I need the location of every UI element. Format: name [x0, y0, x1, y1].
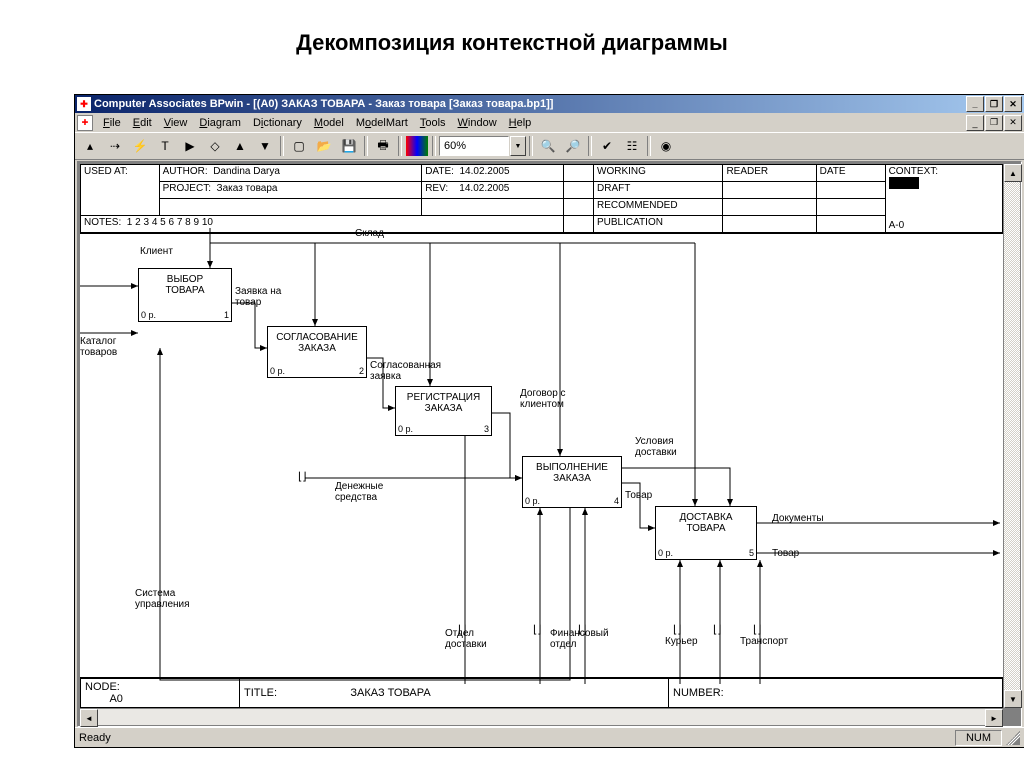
- tunnel-icon: ⌊⌋: [753, 623, 762, 637]
- menu-modelmart[interactable]: ModelMart: [350, 115, 414, 131]
- menu-model[interactable]: Model: [308, 115, 350, 131]
- label-dengi: Денежные средства: [335, 481, 395, 503]
- context-thumb: [889, 177, 919, 189]
- label-kuryer: Курьер: [665, 636, 698, 647]
- zoomin-icon[interactable]: 🔎: [561, 135, 585, 157]
- menu-help[interactable]: Help: [503, 115, 538, 131]
- label-tovar-mid: Товар: [625, 490, 652, 501]
- text-tool-icon[interactable]: T: [153, 135, 177, 157]
- label-otdel: Отдел доставки: [445, 628, 495, 650]
- activity-box-5[interactable]: ДОСТАВКАТОВАРА 0 р.5: [655, 506, 757, 560]
- label-klient: Клиент: [140, 246, 173, 257]
- diamond-tool-icon[interactable]: ◇: [203, 135, 227, 157]
- scrollbar-vertical[interactable]: ▲ ▼: [1004, 164, 1020, 708]
- tunnel-icon: ⌊⌋: [298, 470, 307, 484]
- titlebar: ✚ Computer Associates BPwin - [(A0) ЗАКА…: [75, 95, 1024, 113]
- label-usloviya: Условия доставки: [635, 436, 695, 458]
- menu-tools[interactable]: Tools: [414, 115, 452, 131]
- status-num: NUM: [955, 730, 1002, 746]
- zoom-dropdown-icon[interactable]: ▼: [510, 136, 526, 156]
- scroll-up-icon[interactable]: ▲: [1004, 164, 1022, 182]
- mdi-close-button[interactable]: ✕: [1004, 115, 1022, 131]
- mdi-minimize-button[interactable]: _: [966, 115, 984, 131]
- label-tovar-out: Товар: [772, 548, 799, 559]
- zoomout-icon[interactable]: 🔍: [536, 135, 560, 157]
- print-icon[interactable]: 🖶: [371, 135, 395, 157]
- close-button[interactable]: ✕: [1004, 96, 1022, 112]
- app-icon: ✚: [77, 97, 91, 111]
- play-tool-icon[interactable]: ▶: [178, 135, 202, 157]
- scroll-left-icon[interactable]: ◄: [80, 709, 98, 727]
- pointer-tool-icon[interactable]: ▴: [78, 135, 102, 157]
- label-sklad: Склад: [355, 228, 384, 239]
- reports-icon[interactable]: .: [405, 135, 429, 157]
- zoom-input[interactable]: 60%: [439, 136, 509, 156]
- tunnel-icon: ⌊⌋: [713, 623, 722, 637]
- label-dogovor: Договор с клиентом: [520, 388, 580, 410]
- maximize-button[interactable]: ❐: [985, 96, 1003, 112]
- tunnel-icon: ⌊⌋: [533, 623, 542, 637]
- status-ready: Ready: [79, 732, 111, 744]
- menu-dictionary[interactable]: Dictionary: [247, 115, 308, 131]
- mdi-icon[interactable]: ✚: [77, 115, 93, 131]
- titlebar-text: Computer Associates BPwin - [(A0) ЗАКАЗ …: [94, 98, 966, 110]
- new-icon[interactable]: ▢: [287, 135, 311, 157]
- save-icon[interactable]: 💾: [337, 135, 361, 157]
- scroll-right-icon[interactable]: ►: [985, 709, 1003, 727]
- menubar: ✚ File Edit View Diagram Dictionary Mode…: [75, 113, 1024, 132]
- menu-diagram[interactable]: Diagram: [193, 115, 247, 131]
- diagram-body: ВЫБОРТОВАРА 0 р.1 СОГЛАСОВАНИЕЗАКАЗА 0 р…: [80, 228, 1003, 684]
- link-tool-icon[interactable]: ⇢: [103, 135, 127, 157]
- label-dokumenty: Документы: [772, 513, 824, 524]
- scroll-down-icon[interactable]: ▼: [1004, 690, 1022, 708]
- open-icon[interactable]: 📂: [312, 135, 336, 157]
- menu-edit[interactable]: Edit: [127, 115, 158, 131]
- tunnel-icon: ⌊⌋: [578, 623, 587, 637]
- tunnel-icon: ⌊⌋: [458, 623, 467, 637]
- activity-box-3[interactable]: РЕГИСТРАЦИЯЗАКАЗА 0 р.3: [395, 386, 492, 436]
- label-soglas: Согласованная заявка: [370, 360, 450, 382]
- up-tool-icon[interactable]: ▲: [228, 135, 252, 157]
- menu-window[interactable]: Window: [452, 115, 503, 131]
- label-zayavka: Заявка на товар: [235, 286, 290, 308]
- mdi-restore-button[interactable]: ❐: [985, 115, 1003, 131]
- activity-box-2[interactable]: СОГЛАСОВАНИЕЗАКАЗА 0 р.2: [267, 326, 367, 378]
- diagram-footer: NODE: A0 TITLE: ЗАКАЗ ТОВАРА NUMBER:: [80, 677, 1003, 708]
- menu-file[interactable]: File: [97, 115, 127, 131]
- toolbar-tools: ▴ ⇢ ⚡ T ▶ ◇ ▲ ▼ ▢ 📂 💾 🖶 . 60% ▼ 🔍 🔎 ✔ ☷ …: [75, 132, 1024, 160]
- tree-icon[interactable]: ☷: [620, 135, 644, 157]
- globe-icon[interactable]: ◉: [654, 135, 678, 157]
- minimize-button[interactable]: _: [966, 96, 984, 112]
- app-window: ✚ Computer Associates BPwin - [(A0) ЗАКА…: [74, 94, 1024, 748]
- activity-box-4[interactable]: ВЫПОЛНЕНИЕЗАКАЗА 0 р.4: [522, 456, 622, 508]
- label-katalog: Каталог товаров: [80, 336, 130, 358]
- resize-grip-icon[interactable]: [1006, 731, 1020, 745]
- activity-box-1[interactable]: ВЫБОРТОВАРА 0 р.1: [138, 268, 232, 322]
- diagram-canvas[interactable]: USED AT: AUTHOR: Dandina Darya DATE: 14.…: [80, 164, 1003, 708]
- workspace: USED AT: AUTHOR: Dandina Darya DATE: 14.…: [77, 161, 1022, 727]
- page-heading: Декомпозиция контекстной диаграммы: [0, 0, 1024, 76]
- spell-icon[interactable]: ✔: [595, 135, 619, 157]
- scrollbar-horizontal[interactable]: ◄ ►: [80, 709, 1003, 725]
- diagram-header: USED AT: AUTHOR: Dandina Darya DATE: 14.…: [80, 164, 1003, 234]
- statusbar: Ready NUM: [75, 727, 1024, 747]
- label-sistema: Система управления: [135, 588, 205, 610]
- bolt-tool-icon[interactable]: ⚡: [128, 135, 152, 157]
- menu-view[interactable]: View: [158, 115, 194, 131]
- tunnel-icon: ⌊⌋: [673, 623, 682, 637]
- label-transport: Транспорт: [740, 636, 788, 647]
- down-tool-icon[interactable]: ▼: [253, 135, 277, 157]
